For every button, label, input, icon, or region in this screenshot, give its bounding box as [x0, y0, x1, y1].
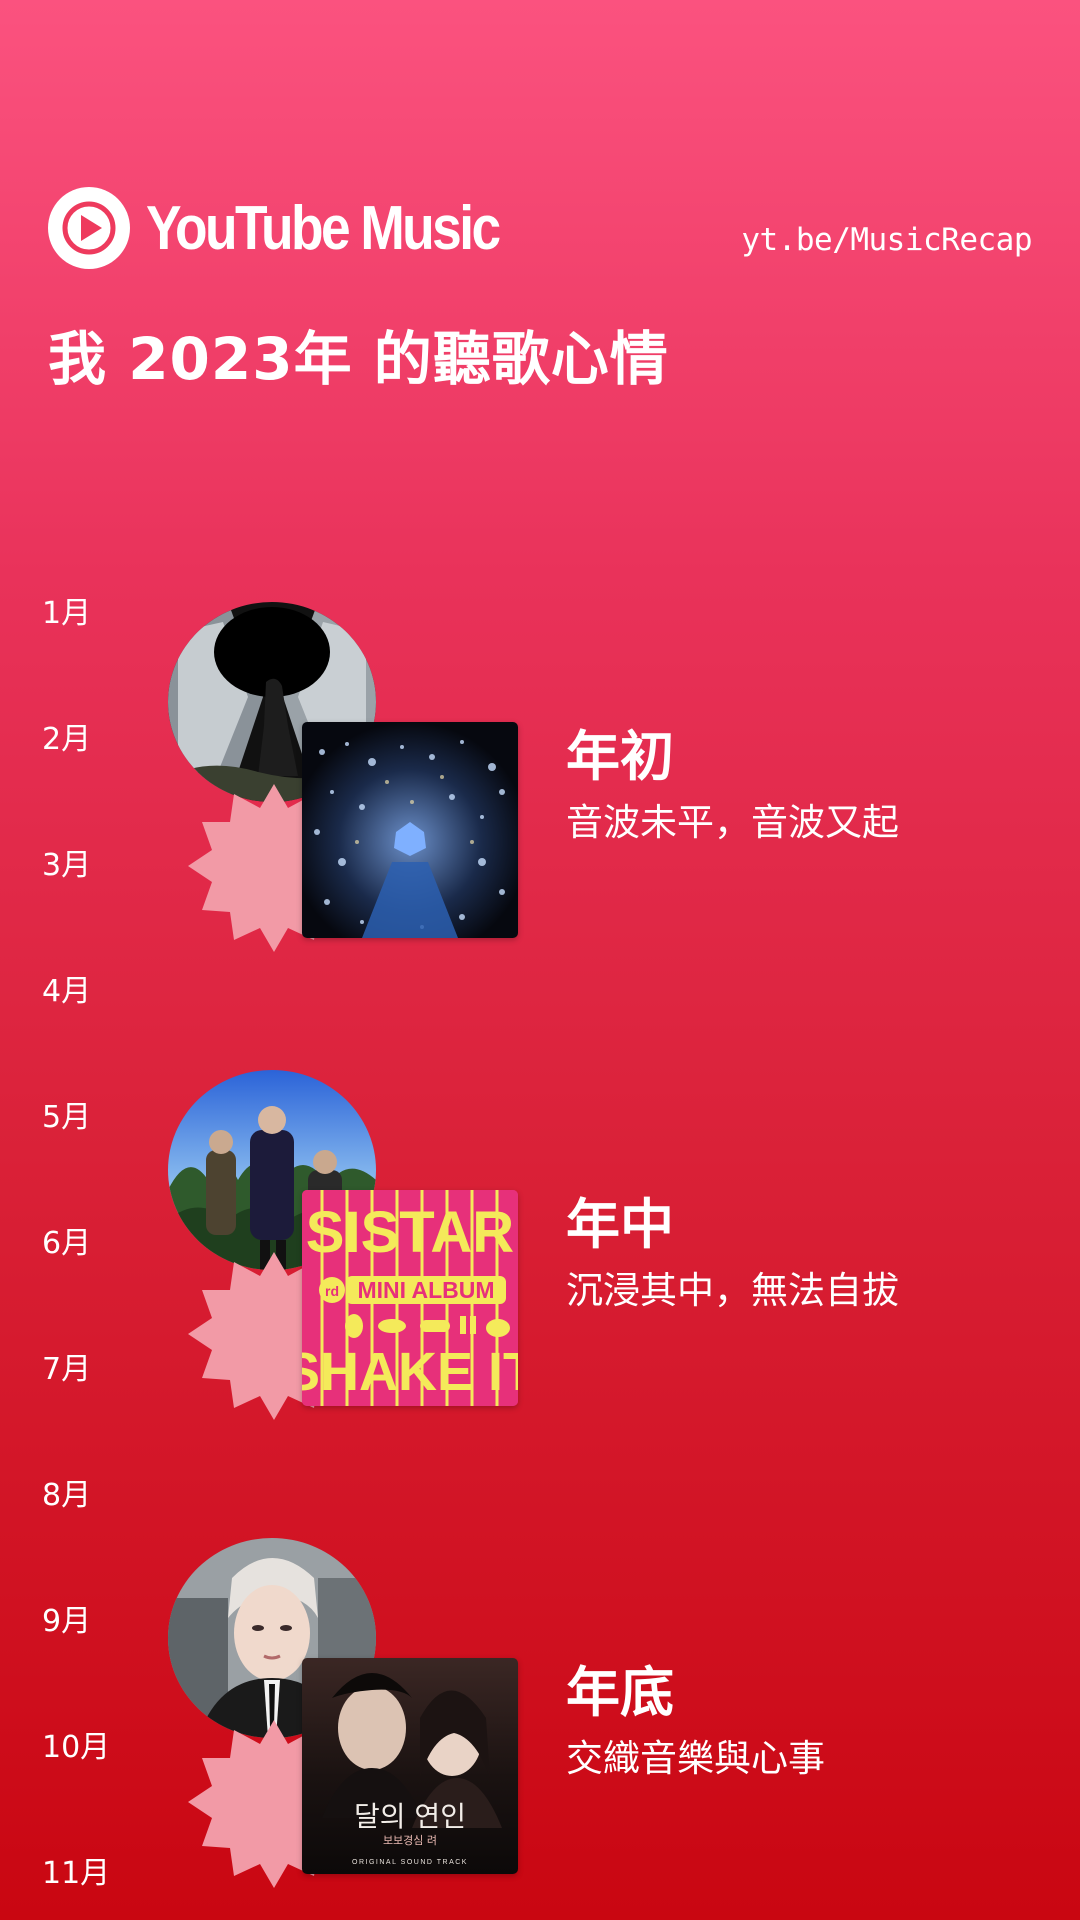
period-heading: 年初 — [566, 725, 674, 788]
period-subtitle: 沉浸其中，無法自拔 — [566, 1269, 899, 1312]
month-label: 9月 — [42, 1604, 92, 1639]
month-label: 8月 — [42, 1478, 92, 1513]
album-cover — [302, 722, 518, 938]
month-label: 6月 — [42, 1226, 92, 1261]
ost-subtitle-text: 보보경심 려 — [383, 1834, 437, 1847]
album-edition-text: MINI ALBUM — [357, 1277, 494, 1303]
month-label: 2月 — [42, 722, 92, 757]
brand-name: YouTube Music — [146, 193, 501, 263]
period-collage-early — [168, 602, 518, 952]
album-title-text: SISTAR — [306, 1200, 514, 1265]
period-collage-mid: SISTAR rd MINI ALBUM SHAKE IT — [168, 1070, 518, 1420]
album-cover-ost: 달의 연인 보보경심 려 ORIGINAL SOUND TRACK — [302, 1658, 518, 1874]
ost-footer-text: ORIGINAL SOUND TRACK — [352, 1859, 468, 1866]
period-subtitle: 音波未平，音波又起 — [566, 801, 899, 844]
recap-url: yt.be/MusicRecap — [741, 222, 1032, 258]
period-subtitle: 交織音樂與心事 — [566, 1737, 825, 1780]
month-label: 5月 — [42, 1100, 92, 1135]
period-heading: 年底 — [566, 1661, 674, 1724]
album-badge-text: rd — [325, 1283, 339, 1299]
month-label: 3月 — [42, 848, 92, 883]
month-label: 11月 — [42, 1856, 111, 1891]
album-subtitle-text: SHAKE IT — [302, 1342, 518, 1402]
ost-title-text: 달의 연인 — [354, 1800, 466, 1833]
youtube-music-logo: YouTube Music — [48, 186, 556, 270]
month-label: 10月 — [42, 1730, 111, 1765]
period-collage-late: 달의 연인 보보경심 려 ORIGINAL SOUND TRACK — [168, 1538, 518, 1888]
page-title: 我 2023年 的聽歌心情 — [48, 325, 669, 393]
youtube-music-play-icon — [48, 187, 130, 269]
month-label: 7月 — [42, 1352, 92, 1387]
period-heading: 年中 — [566, 1193, 674, 1256]
album-cover-sistar: SISTAR rd MINI ALBUM SHAKE IT — [302, 1190, 518, 1406]
month-label: 4月 — [42, 974, 92, 1009]
month-label: 1月 — [42, 596, 92, 631]
